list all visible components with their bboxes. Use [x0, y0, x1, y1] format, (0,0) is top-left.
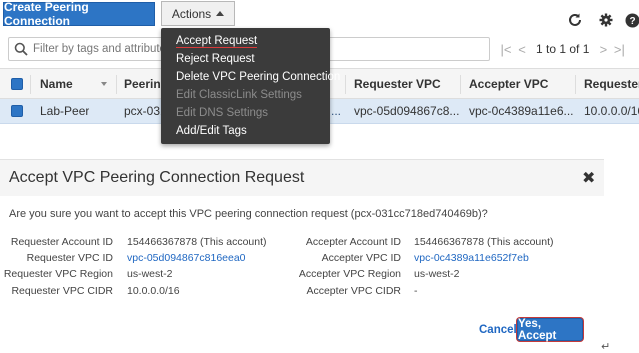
pagination: |< < 1 to 1 of 1 > >| [498, 41, 634, 57]
filter-placeholder: Filter by tags and attributes o [33, 43, 182, 55]
gear-icon[interactable] [598, 12, 614, 28]
select-all-checkbox[interactable] [11, 69, 23, 98]
last-page-icon[interactable]: >| [611, 42, 627, 57]
accepter-vpc-id-label: Accepter VPC ID [321, 252, 401, 264]
column-header-requester-vpc[interactable]: Requester VPC [354, 69, 441, 98]
accepter-vpc-cidr-value: - [414, 285, 418, 297]
accepter-vpc-cidr-label: Accepter VPC CIDR [306, 285, 401, 297]
menu-item-edit-dns: Edit DNS Settings [176, 107, 269, 119]
requester-vpc-region-value: us-west-2 [127, 268, 173, 280]
sort-caret-icon [100, 81, 107, 86]
menu-item-add-edit-tags[interactable]: Add/Edit Tags [161, 122, 330, 140]
svg-text:?: ? [629, 16, 635, 27]
actions-button[interactable]: Actions [161, 1, 235, 26]
first-page-icon[interactable]: |< [498, 42, 514, 57]
yes-accept-button[interactable]: Yes, Accept [517, 318, 583, 342]
menu-item-edit-classiclink: Edit ClassicLink Settings [176, 89, 302, 101]
column-header-requester-cidr[interactable]: Requester [584, 69, 639, 98]
requester-vpc-cidr-value: 10.0.0.0/16 [127, 285, 180, 297]
accepter-vpc-region-label: Accepter VPC Region [298, 268, 401, 280]
requester-vpc-cidr-label: Requester VPC CIDR [11, 285, 113, 297]
menu-item-reject-request[interactable]: Reject Request [161, 50, 330, 68]
row-accepter-vpc: vpc-0c4389a11e6... [469, 104, 574, 118]
row-requester-vpc: vpc-05d094867c8... [354, 104, 460, 118]
accepter-account-id-value: 154466367878 (This account) [414, 236, 554, 248]
accepter-account-id-label: Accepter Account ID [305, 236, 401, 248]
next-page-icon[interactable]: > [595, 42, 611, 57]
menu-item-delete-peering[interactable]: Delete VPC Peering Connection [161, 68, 340, 86]
menu-item-accept-request[interactable]: Accept Request [161, 32, 330, 50]
column-header-name[interactable]: Name [40, 69, 107, 98]
actions-menu: Accept Request Reject Request Delete VPC… [161, 28, 340, 144]
modal-header: Accept VPC Peering Connection Request ✖ [0, 160, 604, 196]
return-mark-icon: ↵ [601, 341, 611, 353]
refresh-icon[interactable] [567, 12, 583, 28]
create-peering-connection-button[interactable]: Create Peering Connection [3, 0, 155, 28]
actions-label: Actions [171, 6, 212, 21]
modal-title: Accept VPC Peering Connection Request [9, 169, 305, 186]
prev-page-icon[interactable]: < [514, 42, 530, 57]
row-requester-cidr: 10.0.0.0/16 [584, 104, 639, 118]
help-icon[interactable]: ? [624, 12, 639, 28]
requester-vpc-region-label: Requester VPC Region [3, 268, 113, 280]
modal-question: Are you sure you want to accept this VPC… [9, 208, 488, 220]
requester-account-id-label: Requester Account ID [10, 236, 113, 248]
cancel-button[interactable]: Cancel [479, 324, 517, 336]
search-icon [14, 42, 28, 56]
row-name: Lab-Peer [40, 104, 90, 118]
requester-vpc-id-link[interactable]: vpc-05d094867c816eea0 [127, 252, 246, 264]
requester-vpc-id-label: Requester VPC ID [26, 252, 113, 264]
accepter-vpc-region-value: us-west-2 [414, 268, 460, 280]
caret-up-icon [216, 11, 225, 16]
menu-overlap-fragment: ... [331, 104, 342, 118]
requester-account-id-value: 154466367878 (This account) [127, 236, 267, 248]
pager-text: 1 to 1 of 1 [536, 42, 590, 56]
accepter-vpc-id-link[interactable]: vpc-0c4389a11e652f7eb [414, 252, 529, 264]
column-header-accepter-vpc[interactable]: Accepter VPC [469, 69, 548, 98]
close-icon[interactable]: ✖ [582, 168, 595, 188]
row-checkbox[interactable] [11, 99, 23, 123]
